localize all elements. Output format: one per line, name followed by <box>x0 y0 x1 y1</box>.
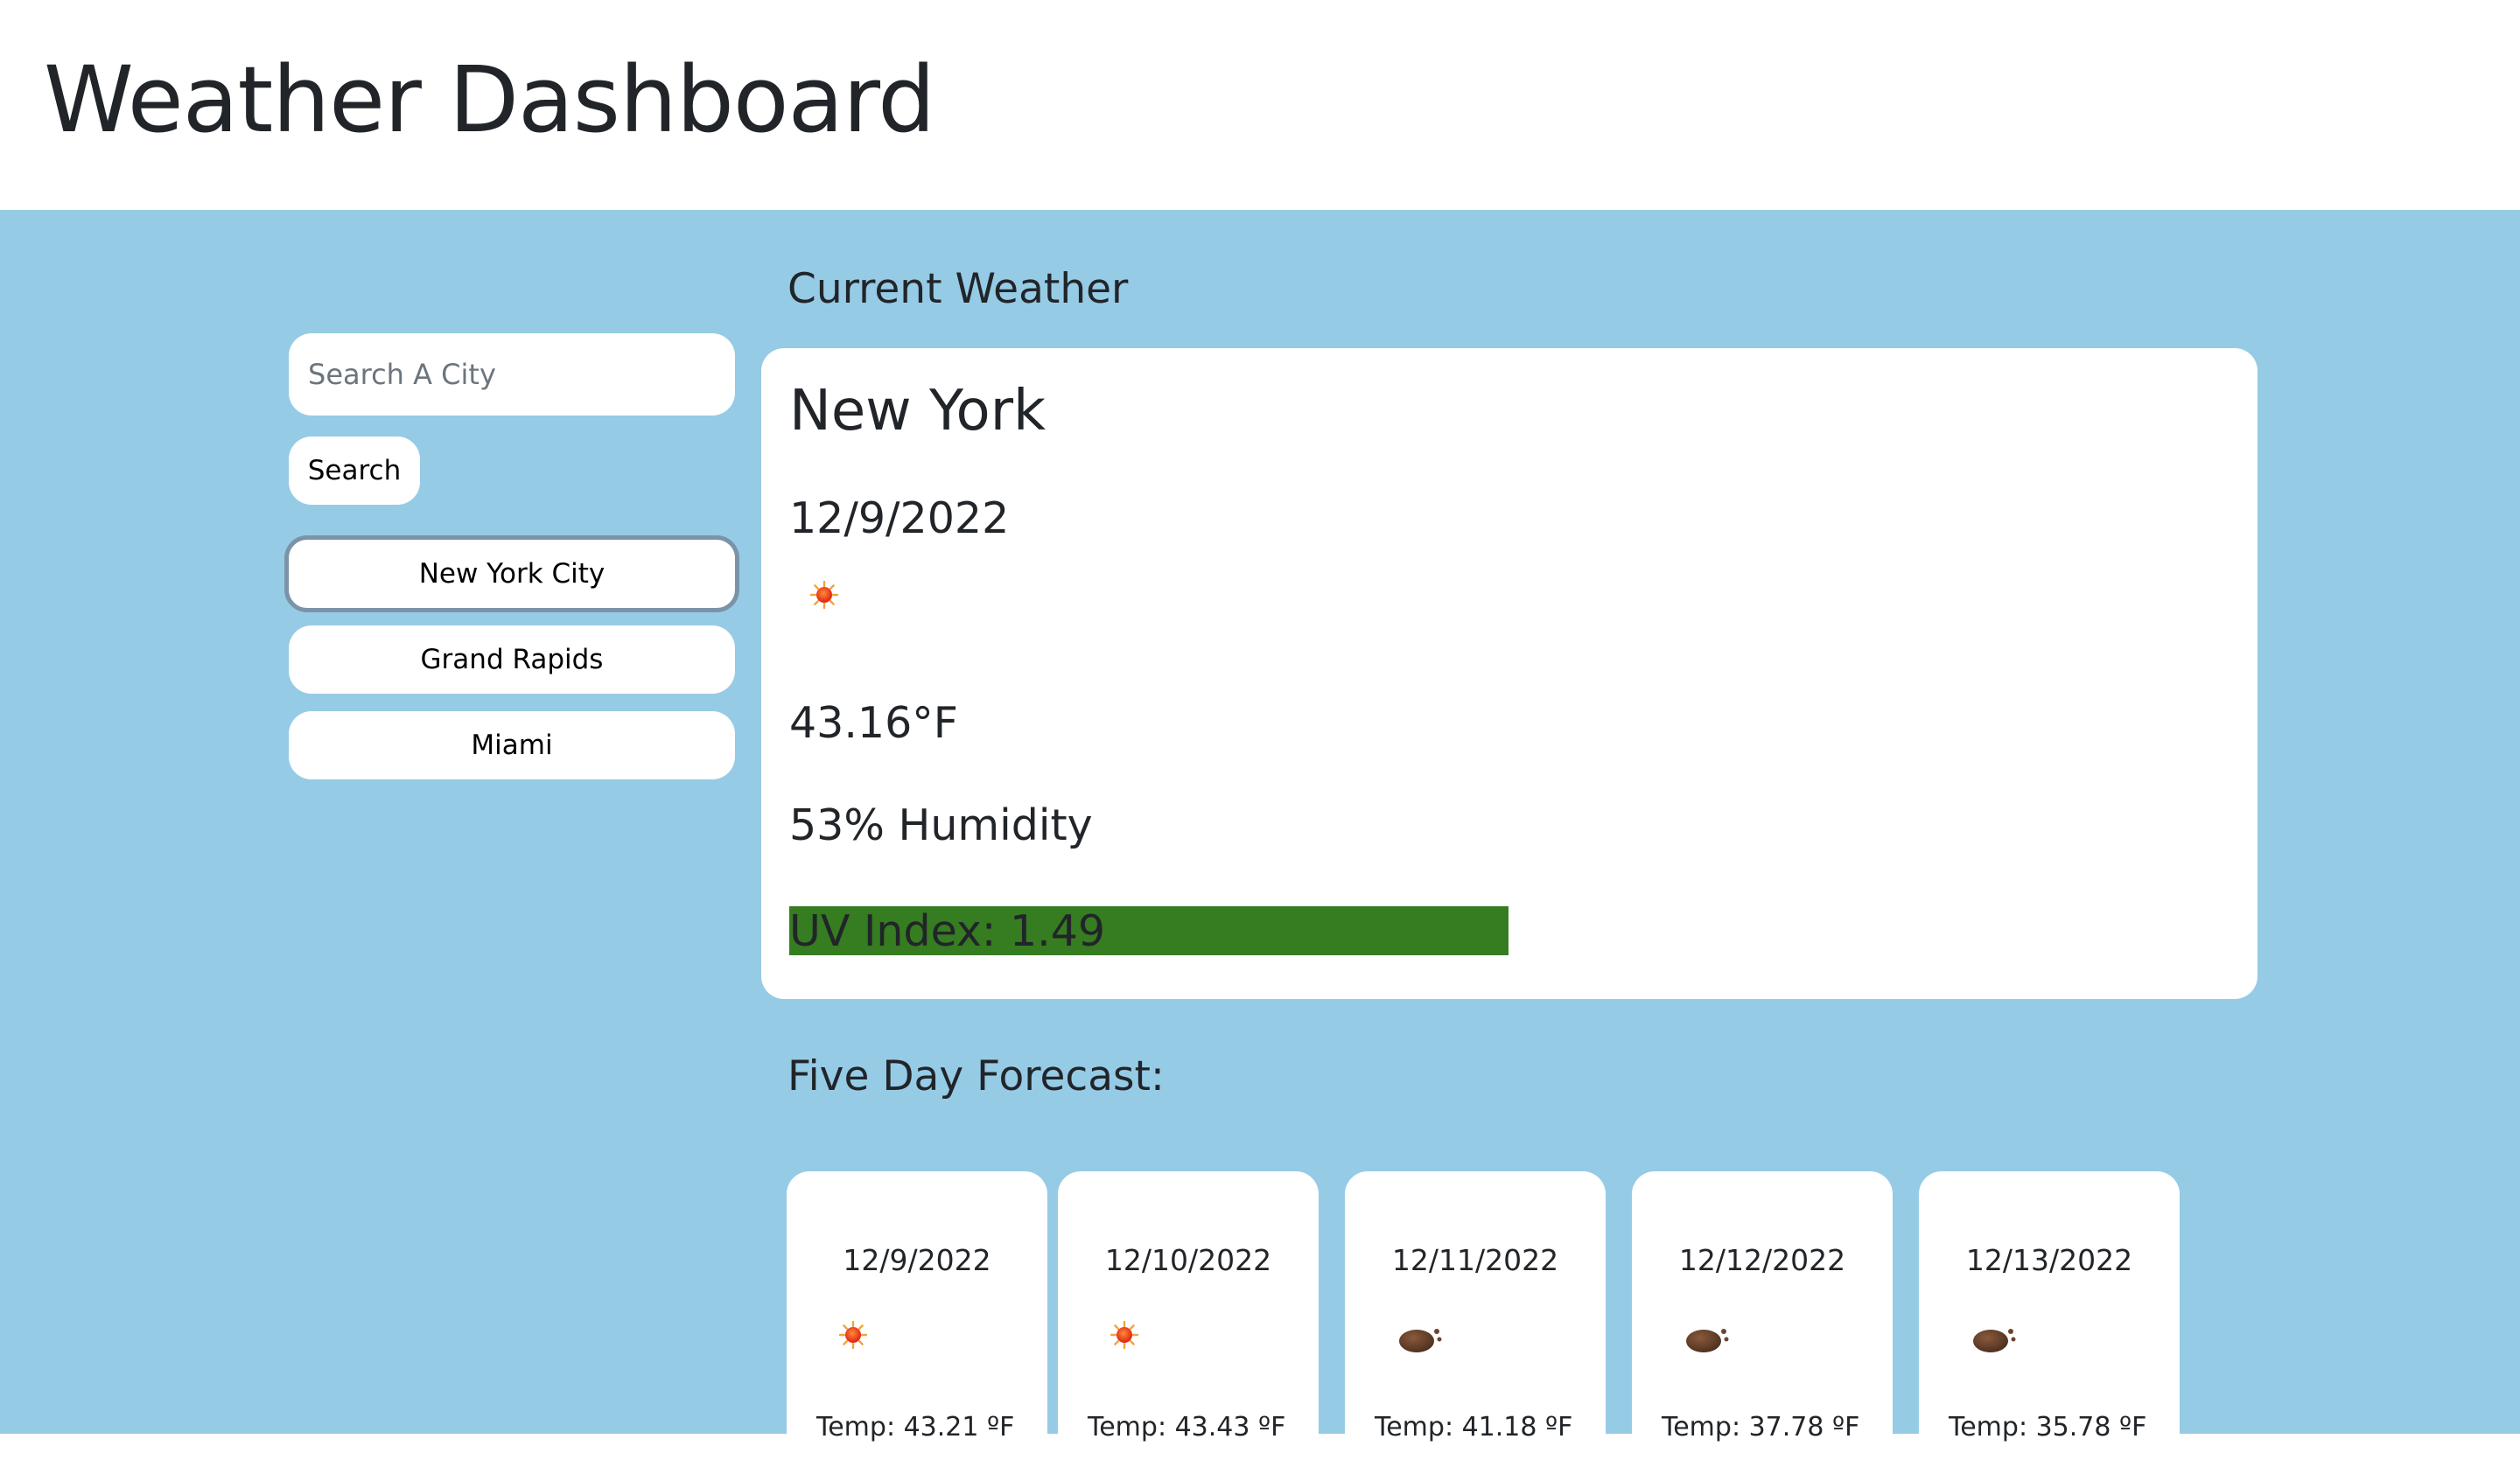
current-weather-card: New York 12/9/2022 43.16°F 53% Humidity … <box>761 348 2258 999</box>
forecast-temp: Temp: 35.78 ºF <box>1949 1412 2147 1443</box>
uv-index-badge: UV Index: 1.49 <box>789 906 1508 955</box>
cloud-icon <box>1399 1329 1442 1352</box>
cloud-icon <box>1973 1329 2016 1352</box>
header: Weather Dashboard <box>0 0 2520 210</box>
forecast-card-2: 12/10/2022 Temp: 43.43 ºF <box>1058 1171 1319 1460</box>
forecast-temp: Temp: 43.43 ºF <box>1088 1412 1286 1443</box>
forecast-temp: Temp: 41.18 ºF <box>1375 1412 1573 1443</box>
current-city: New York <box>789 379 1046 444</box>
current-temperature: 43.16°F <box>789 698 958 748</box>
forecast-heading: Five Day Forecast: <box>788 1052 1165 1100</box>
forecast-card-1: 12/9/2022 Temp: 43.21 ºF <box>787 1171 1047 1460</box>
current-humidity: 53% Humidity <box>789 800 1093 850</box>
forecast-date: 12/10/2022 <box>1104 1243 1272 1277</box>
forecast-temp: Temp: 43.21 ºF <box>816 1412 1015 1443</box>
sun-icon <box>1110 1321 1138 1349</box>
forecast-date: 12/13/2022 <box>1965 1243 2133 1277</box>
current-weather-heading: Current Weather <box>788 265 1129 313</box>
forecast-card-3: 12/11/2022 Temp: 41.18 ºF <box>1345 1171 1606 1460</box>
page-title: Weather Dashboard <box>44 46 935 153</box>
uv-index-text: UV Index: 1.49 <box>789 906 1106 956</box>
forecast-card-4: 12/12/2022 Temp: 37.78 ºF <box>1632 1171 1893 1460</box>
history-button-new-york-city[interactable]: New York City <box>284 535 739 612</box>
cloud-icon <box>1686 1329 1729 1352</box>
current-date: 12/9/2022 <box>789 493 1010 543</box>
forecast-date: 12/11/2022 <box>1391 1243 1559 1277</box>
forecast-date: 12/9/2022 <box>843 1243 991 1277</box>
forecast-temp: Temp: 37.78 ºF <box>1662 1412 1860 1443</box>
sun-icon <box>810 581 838 609</box>
sun-icon <box>839 1321 867 1349</box>
history-button-miami[interactable]: Miami <box>289 711 735 779</box>
search-button[interactable]: Search <box>289 437 420 505</box>
forecast-card-5: 12/13/2022 Temp: 35.78 ºF <box>1919 1171 2180 1460</box>
city-search-input[interactable] <box>289 333 735 416</box>
forecast-date: 12/12/2022 <box>1678 1243 1846 1277</box>
history-button-grand-rapids[interactable]: Grand Rapids <box>289 625 735 694</box>
